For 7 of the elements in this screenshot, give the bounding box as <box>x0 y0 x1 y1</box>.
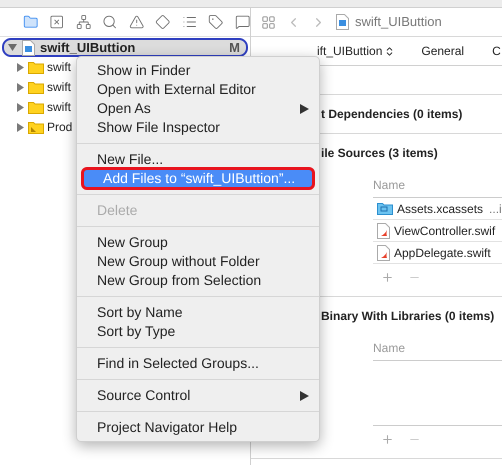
tree-label: swift_UIButtion <box>40 38 136 57</box>
file-detail: ...i <box>489 200 502 218</box>
tree-label: swift <box>47 59 71 76</box>
tree-label: Prod <box>47 119 72 136</box>
tree-label: swift <box>47 79 71 96</box>
tree-label: swift <box>47 99 71 116</box>
modified-status-label: M <box>229 38 240 57</box>
